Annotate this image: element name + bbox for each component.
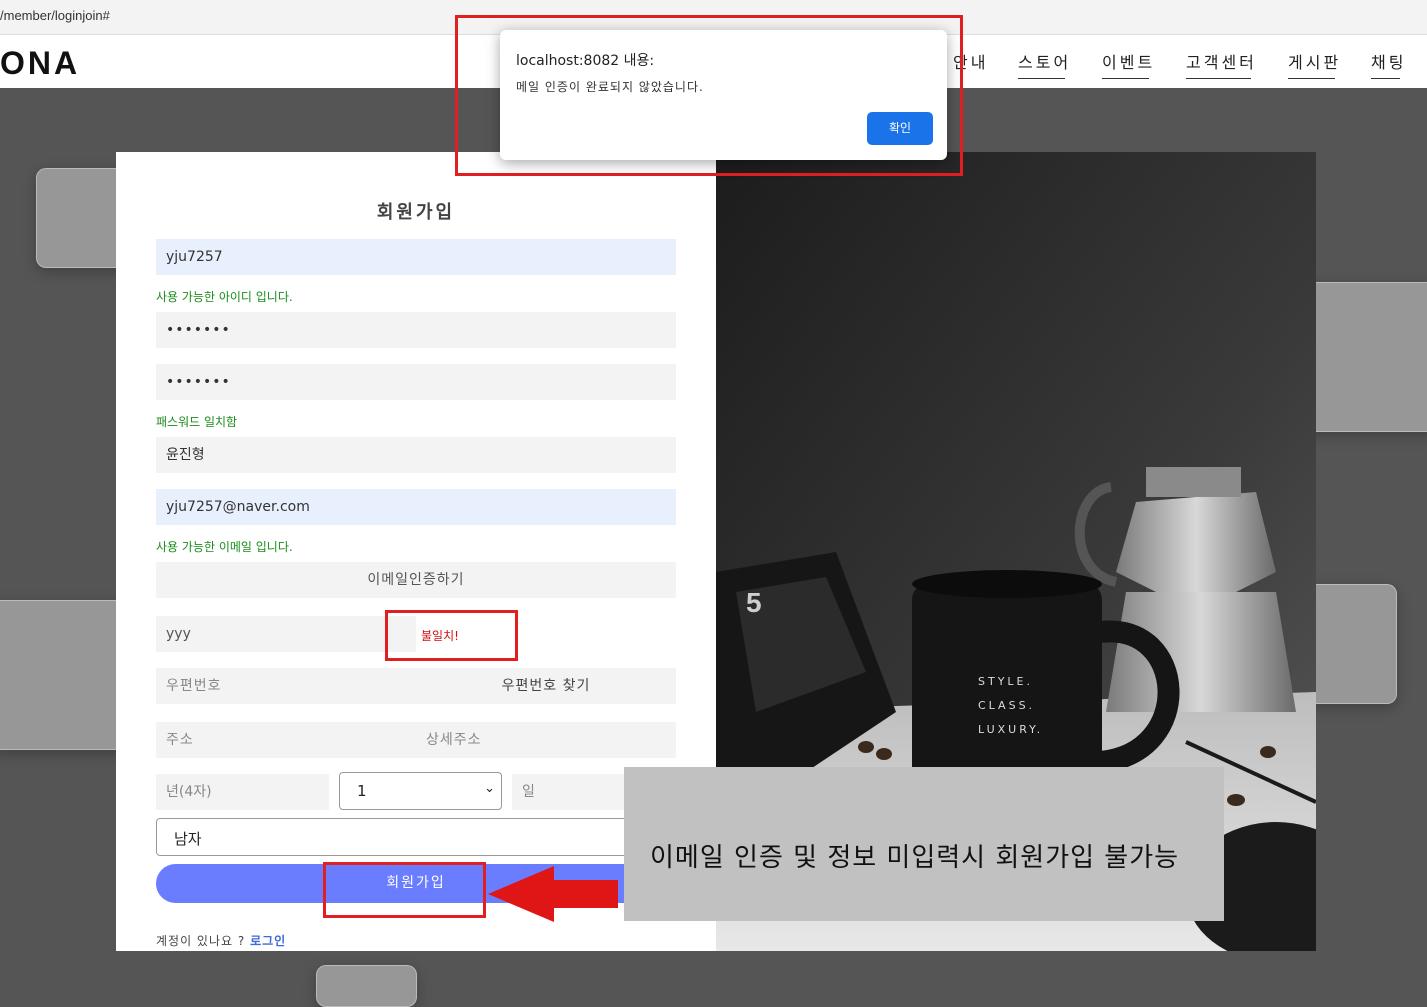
dialog-message: 메일 인증이 완료되지 않았습니다. — [516, 80, 704, 94]
mug-line-3: LUXURY. — [978, 723, 1043, 736]
verify-code-input[interactable]: yyy — [156, 616, 416, 652]
email-status-text: 사용 가능한 이메일 입니다. — [156, 540, 293, 554]
login-link[interactable]: 로그인 — [250, 934, 286, 948]
submit-highlight-box — [323, 862, 486, 918]
password-status-text: 패스워드 일치함 — [156, 415, 238, 429]
nav-underline — [1186, 78, 1251, 79]
nav-label: 고객센터 — [1186, 53, 1257, 72]
gender-select[interactable]: 남자 — [156, 818, 676, 856]
nav-underline — [1371, 78, 1401, 79]
password-input[interactable]: ••••••• — [156, 312, 676, 348]
zipcode-search-button[interactable]: 우편번호 찾기 — [416, 668, 676, 704]
zipcode-input[interactable]: 우편번호 — [156, 668, 416, 704]
name-input[interactable]: 윤진형 — [156, 437, 676, 473]
mug-line-2: CLASS. — [978, 699, 1035, 712]
url-text: /member/loginjoin# — [0, 8, 110, 23]
nav-label: 스토어 — [1018, 53, 1072, 72]
nav-underline — [1018, 78, 1066, 79]
dialog-ok-button[interactable]: 확인 — [867, 112, 933, 145]
email-verify-button[interactable]: 이메일인증하기 — [156, 562, 676, 598]
nav-label: 채팅 — [1371, 53, 1407, 72]
address-detail-input[interactable]: 상세주소 — [416, 722, 676, 758]
nav-item-board[interactable]: 게시판 — [1288, 49, 1342, 79]
nav-item-chat[interactable]: 채팅 — [1371, 49, 1407, 79]
mug-line-1: STYLE. — [978, 675, 1033, 688]
nav-item-store[interactable]: 스토어 — [1018, 49, 1072, 79]
annotation-callout: 이메일 인증 및 정보 미입력시 회원가입 불가능 — [624, 767, 1224, 921]
gender-value: 남자 — [174, 830, 202, 848]
nav-underline — [1102, 78, 1150, 79]
birth-month-select[interactable]: 1 ⌄ — [339, 772, 502, 810]
red-arrow-icon — [488, 866, 618, 922]
nav-label: 게시판 — [1288, 53, 1342, 72]
alert-dialog: localhost:8082 내용: 메일 인증이 완료되지 않았습니다. 확인 — [500, 30, 947, 160]
login-prompt: 계정이 있나요 ? 로그인 — [156, 932, 286, 949]
userid-status-text: 사용 가능한 아이디 입니다. — [156, 290, 293, 304]
site-logo[interactable]: ONA — [0, 45, 80, 82]
nav-item-support[interactable]: 고객센터 — [1186, 49, 1257, 79]
address-input[interactable]: 주소 — [156, 722, 416, 758]
form-title: 회원가입 — [376, 202, 456, 223]
decorative-glass-card — [0, 600, 134, 750]
userid-input[interactable]: yju7257 — [156, 239, 676, 275]
login-prompt-text: 계정이 있나요 ? — [156, 934, 246, 948]
decorative-glass-card — [316, 965, 417, 1007]
nav-underline — [1288, 78, 1336, 79]
svg-text:5: 5 — [746, 587, 762, 618]
nav-label: 이벤트 — [1102, 53, 1156, 72]
birth-year-input[interactable]: 년(4자) — [156, 774, 329, 810]
birth-month-value: 1 — [357, 782, 367, 800]
email-input[interactable]: yju7257@naver.com — [156, 489, 676, 525]
annotation-text: 이메일 인증 및 정보 미입력시 회원가입 불가능 — [650, 843, 1180, 873]
verify-status-highlight-box — [385, 610, 518, 661]
nav-item-event[interactable]: 이벤트 — [1102, 49, 1156, 79]
password-confirm-input[interactable]: ••••••• — [156, 364, 676, 400]
dialog-title: localhost:8082 내용: — [516, 53, 655, 69]
chevron-down-icon: ⌄ — [484, 781, 495, 796]
